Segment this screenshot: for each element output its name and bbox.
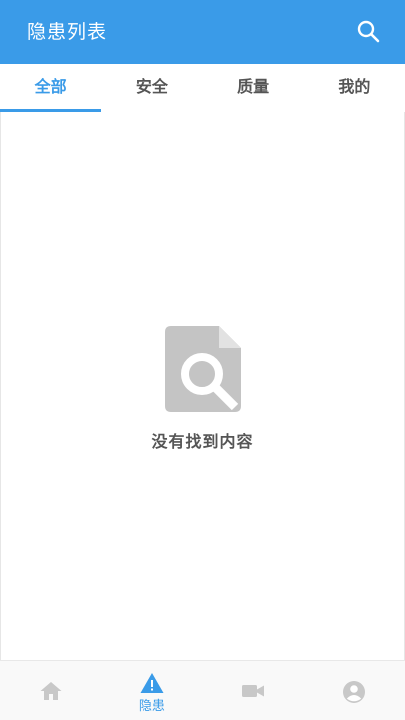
home-icon — [40, 682, 62, 700]
nav-home[interactable] — [0, 661, 101, 720]
search-button[interactable] — [355, 18, 383, 46]
tab-quality[interactable]: 质量 — [203, 64, 304, 112]
page-title: 隐患列表 — [27, 21, 108, 43]
nav-video[interactable] — [203, 661, 304, 720]
bottom-navigation: 隐患 — [0, 660, 405, 720]
app-bar: 隐患列表 — [0, 0, 405, 64]
video-camera-icon — [242, 685, 265, 697]
file-search-icon — [165, 326, 241, 412]
tab-all[interactable]: 全部 — [0, 64, 102, 112]
warning-icon — [140, 673, 164, 693]
tab-safety[interactable]: 安全 — [101, 64, 202, 112]
nav-hazard-label: 隐患 — [138, 699, 165, 714]
empty-message: 没有找到内容 — [151, 432, 254, 451]
search-icon — [357, 20, 380, 43]
nav-hazard[interactable]: 隐患 — [101, 661, 202, 720]
tab-mine[interactable]: 我的 — [304, 64, 405, 112]
nav-account[interactable] — [304, 661, 405, 720]
hazard-list[interactable]: 没有找到内容 — [0, 112, 405, 660]
account-circle-icon — [343, 681, 366, 703]
app-screen: 隐患列表 全部 安全 质量 我的 没有找到内容 隐患 — [0, 0, 405, 720]
tab-bar: 全部 安全 质量 我的 — [0, 64, 405, 112]
